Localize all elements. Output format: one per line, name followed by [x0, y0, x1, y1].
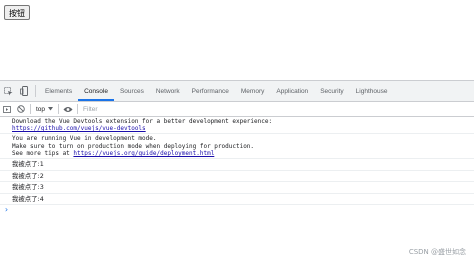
console-text: You are running Vue in development mode.	[12, 135, 157, 143]
inspect-icon[interactable]	[0, 81, 16, 101]
page-button[interactable]: 按钮	[4, 5, 30, 20]
toolbar-divider	[30, 104, 31, 114]
console-text: Download the Vue Devtools extension for …	[12, 118, 273, 125]
clear-console-icon[interactable]	[14, 102, 28, 116]
toolbar-divider	[58, 104, 60, 114]
console-message-devmode: You are running Vue in development mode.…	[0, 134, 474, 160]
console-text: Make sure to turn on production mode whe…	[12, 142, 255, 150]
devtools-panel: Elements Console Sources Network Performance…	[0, 80, 474, 266]
console-message-devtools: Download the Vue Devtools extension for …	[0, 117, 474, 135]
tab-memory[interactable]: Memory	[235, 81, 270, 101]
toolbar-divider	[77, 104, 79, 114]
tab-sources[interactable]: Sources	[114, 81, 150, 101]
console-log-line: 我被点了:3	[0, 182, 474, 194]
dropdown-arrow-icon	[48, 107, 54, 111]
tab-security[interactable]: Security	[314, 81, 349, 101]
tab-console[interactable]: Console	[78, 81, 114, 101]
tabbar-divider	[35, 85, 36, 97]
tab-lighthouse[interactable]: Lighthouse	[350, 81, 394, 101]
tab-elements[interactable]: Elements	[39, 81, 78, 101]
console-log-line: 我被点了:2	[0, 171, 474, 183]
devtools-tabbar: Elements Console Sources Network Performance…	[0, 81, 474, 102]
tab-application[interactable]: Application	[270, 81, 314, 101]
console-text: See more tips at	[12, 149, 74, 157]
context-select-value: top	[36, 105, 46, 113]
console-log-line: 我被点了:4	[0, 194, 474, 206]
context-select[interactable]: top	[33, 106, 56, 113]
console-toolbar: top Filter	[0, 102, 474, 117]
console-log-line: 我被点了:1	[0, 159, 474, 171]
console-output: Download the Vue Devtools extension for …	[0, 117, 474, 266]
tab-performance[interactable]: Performance	[186, 81, 235, 101]
sidebar-toggle-icon[interactable]	[0, 102, 14, 116]
console-prompt[interactable]: ›	[0, 205, 474, 215]
device-toggle-icon[interactable]	[16, 81, 32, 101]
console-link[interactable]: https://vuejs.org/guide/deployment.html	[73, 150, 214, 157]
eye-icon[interactable]	[61, 102, 75, 116]
tab-network[interactable]: Network	[150, 81, 186, 101]
filter-input[interactable]: Filter	[80, 106, 97, 113]
console-link[interactable]: https://github.com/vuejs/vue-devtools	[12, 125, 146, 132]
watermark: CSDN @盛世如念	[408, 248, 466, 256]
